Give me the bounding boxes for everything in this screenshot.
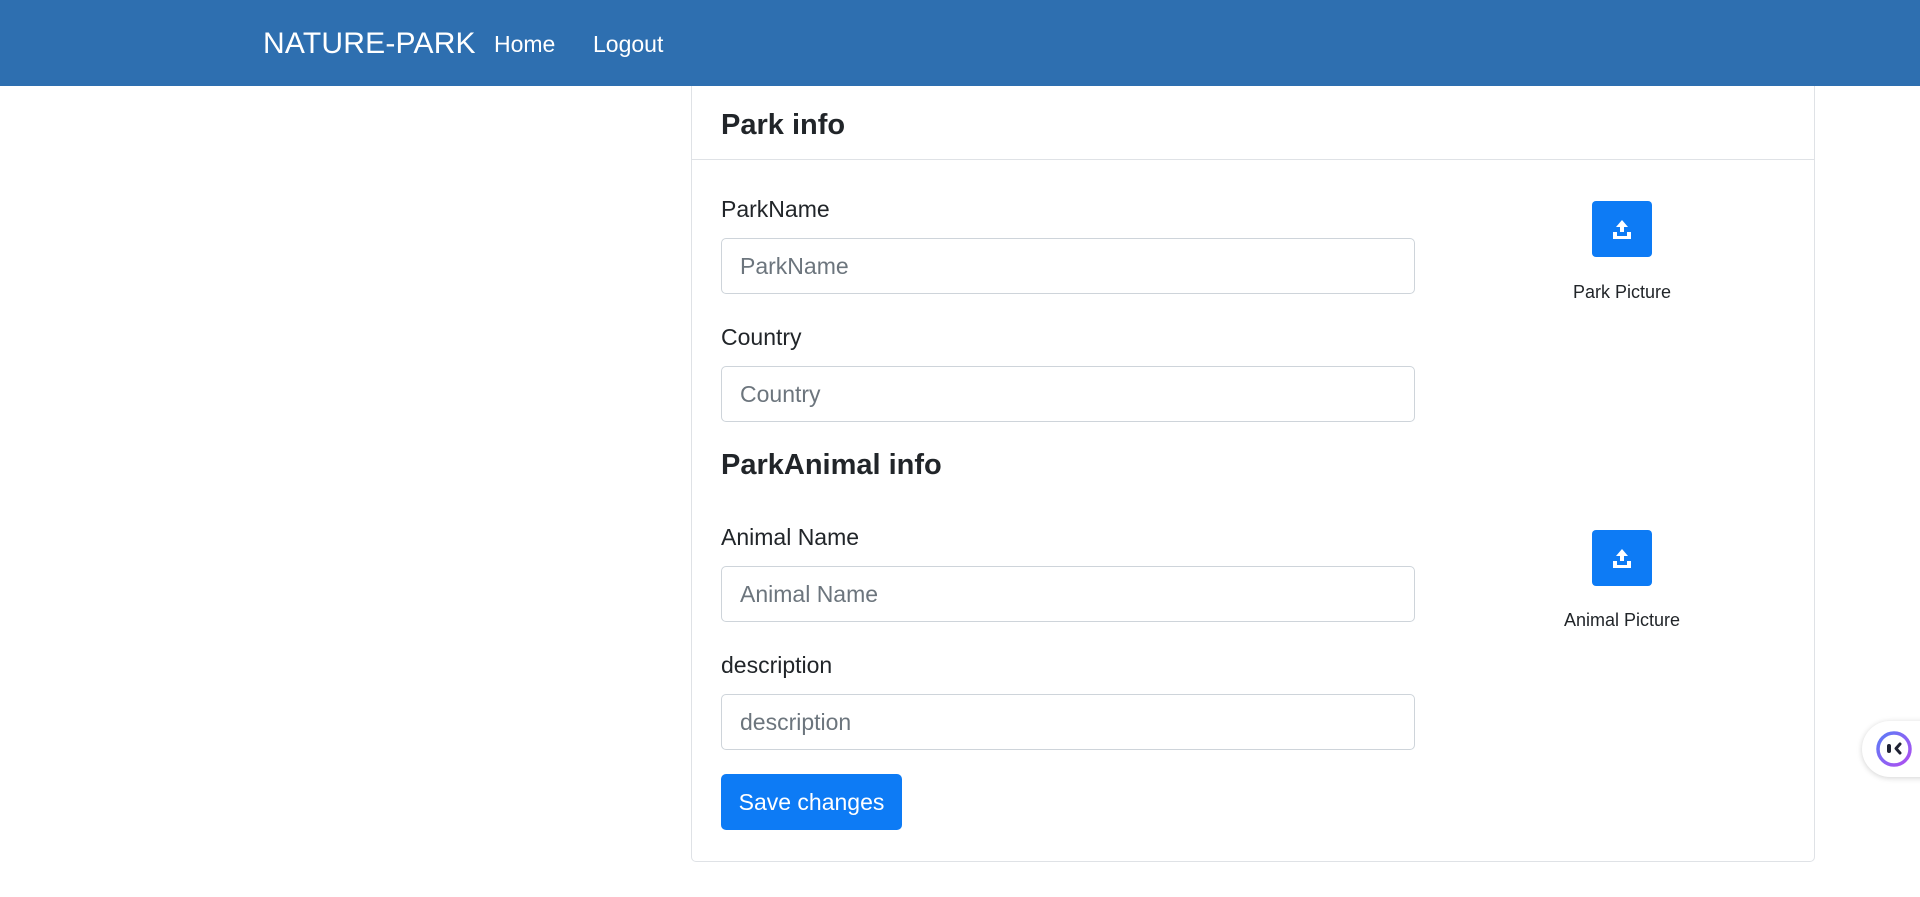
park-picture-caption: Park Picture [1572,282,1672,302]
description-input[interactable] [721,694,1415,750]
animal-name-input[interactable] [721,566,1415,622]
assistant-bubble[interactable] [1862,721,1920,777]
card-title: Park info [721,109,846,141]
animal-picture-caption: Animal Picture [1563,610,1681,630]
animal-name-label: Animal Name [721,524,860,550]
country-label: Country [721,324,802,350]
assistant-face-icon [1876,731,1912,767]
top-navbar: NATURE-PARK Home Logout [0,0,1920,86]
animal-section-title: ParkAnimal info [721,449,942,481]
upload-icon [1613,549,1631,568]
park-name-label: ParkName [721,196,830,222]
brand-logo[interactable]: NATURE-PARK [263,25,476,63]
park-picture-upload-button[interactable] [1592,201,1652,257]
park-name-input[interactable] [721,238,1415,294]
description-label: description [721,652,833,678]
country-input[interactable] [721,366,1415,422]
nav-home-link[interactable]: Home [494,28,555,60]
upload-icon [1613,220,1631,239]
card-header: Park info [692,86,1814,160]
park-form-card: Park info ParkName Country Park Picture … [691,86,1815,862]
save-changes-button[interactable]: Save changes [721,774,902,830]
animal-picture-upload-button[interactable] [1592,530,1652,586]
nav-logout-link[interactable]: Logout [593,28,663,60]
